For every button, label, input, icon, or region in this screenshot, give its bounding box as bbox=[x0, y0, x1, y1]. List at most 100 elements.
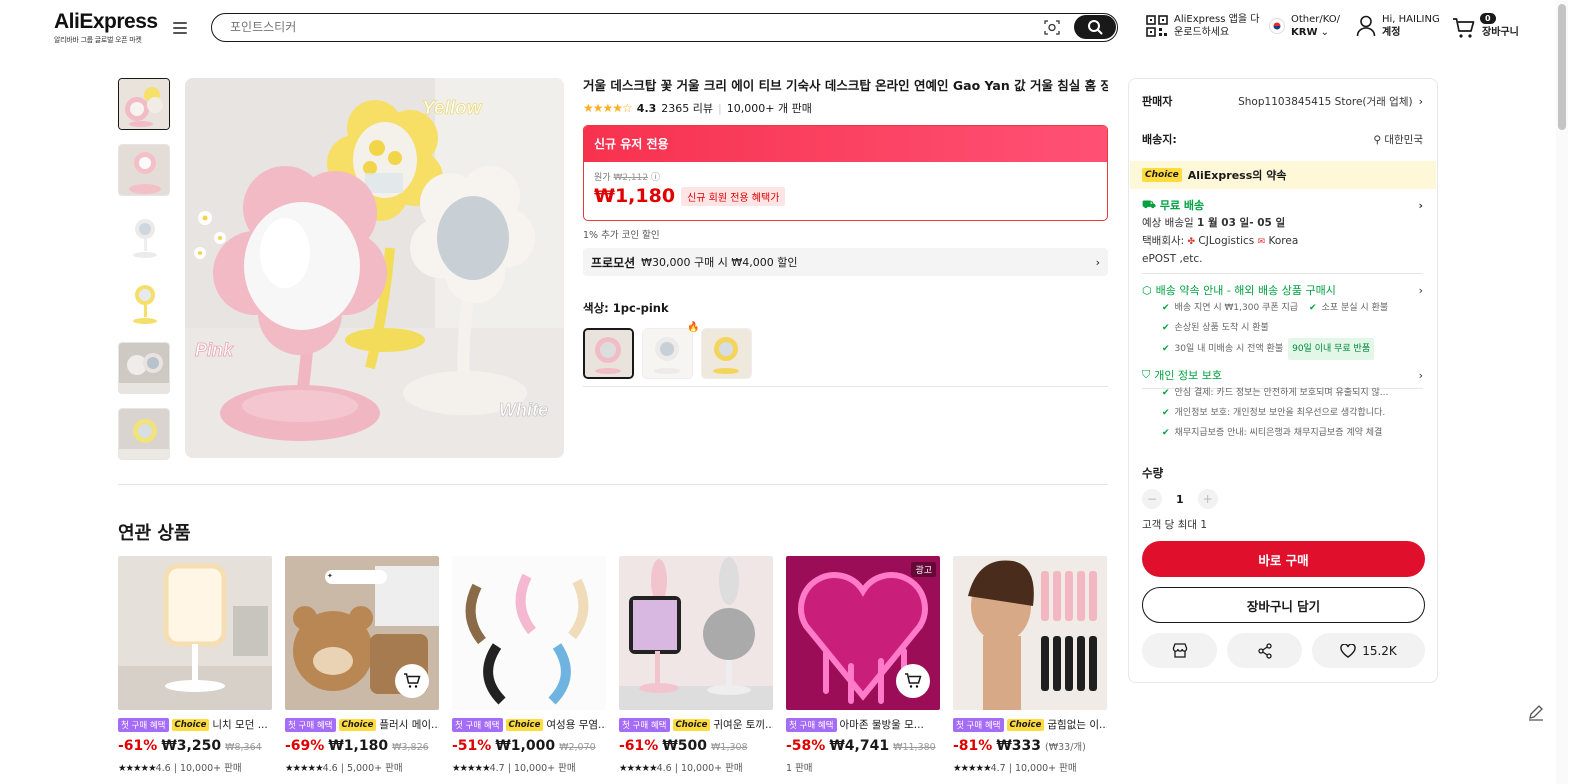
card-rating-sales: 1 판매 bbox=[786, 763, 813, 774]
add-to-cart-button[interactable]: 장바구니 담기 bbox=[1142, 587, 1425, 623]
product-card[interactable]: 첫 구매 혜택 Choice 귀여운 토끼... -61% ₩500 ₩1,308 ★★… bbox=[619, 556, 773, 774]
discount-percent: -51% bbox=[452, 738, 492, 754]
decrease-button[interactable]: − bbox=[1142, 489, 1162, 509]
search-button[interactable] bbox=[1074, 15, 1116, 39]
eta-prefix: 예상 배송일 bbox=[1142, 217, 1194, 229]
promise-item: 30일 내 미배송 시 전액 환불 bbox=[1174, 344, 1284, 354]
logo-subtitle: 알리바바 그룹 글로벌 오픈 마켓 bbox=[54, 36, 142, 44]
product-card[interactable]: 첫 구매 혜택 Choice 굽힘없는 이... -81% ₩333 (₩33/개) ★… bbox=[953, 556, 1107, 774]
hamburger-menu-icon[interactable] bbox=[173, 22, 187, 34]
product-card-image[interactable]: ✦ bbox=[285, 556, 439, 710]
product-card-image[interactable] bbox=[118, 556, 272, 710]
first-purchase-tag: 첫 구매 혜택 bbox=[285, 717, 336, 732]
privacy-section[interactable]: ⛉ 개인 정보 보호 › ✔ 안심 결제: 카드 정보는 안전하게 보호되며 유출… bbox=[1142, 367, 1423, 443]
account-label: 계정 bbox=[1382, 27, 1401, 38]
product-card-image[interactable] bbox=[619, 556, 773, 710]
product-card[interactable]: 첫 구매 혜택 Choice 여성용 무염... -51% ₩1,000 ₩2,070 … bbox=[452, 556, 606, 774]
privacy-head: 개인 정보 보호 bbox=[1154, 369, 1222, 382]
quantity-value[interactable]: 1 bbox=[1176, 493, 1184, 506]
rating-score: 4.3 bbox=[636, 101, 657, 115]
action-icons: 15.2K bbox=[1142, 633, 1425, 668]
increase-button[interactable]: + bbox=[1197, 489, 1218, 509]
thumbnail-image[interactable] bbox=[118, 276, 170, 328]
divider bbox=[1142, 273, 1423, 274]
promise-item: 손상된 상품 도착 시 환불 bbox=[1174, 323, 1269, 333]
thumbnail-image[interactable] bbox=[118, 144, 170, 196]
ship-to-row[interactable]: 배송지: ⚲ 대한민국 bbox=[1142, 131, 1423, 147]
feedback-edit-icon[interactable] bbox=[1526, 702, 1546, 722]
wishlist-button[interactable]: 15.2K bbox=[1312, 633, 1425, 668]
first-purchase-tag: 첫 구매 혜택 bbox=[953, 717, 1004, 732]
discount-percent: -58% bbox=[786, 738, 826, 754]
account-menu[interactable]: Hi, HAILING 계정 bbox=[1356, 13, 1440, 39]
choice-tag: Choice bbox=[338, 718, 377, 731]
product-card-name[interactable]: 니치 모던 ... bbox=[212, 717, 267, 732]
main-product-image[interactable]: Yellow Pink White bbox=[185, 78, 564, 458]
thumbnail-list bbox=[118, 78, 172, 474]
product-card-image[interactable] bbox=[953, 556, 1107, 710]
card-stars: ★★★★★ bbox=[619, 763, 658, 774]
locale-selector[interactable]: Other/KO/ KRW ⌄ bbox=[1269, 13, 1340, 39]
aliexpress-logo[interactable]: AliExpress 알리바바 그룹 글로벌 오픈 마켓 bbox=[54, 10, 158, 45]
shipping-section[interactable]: ⛟ 무료 배송 › 예상 배송일 1 월 03 일- 05 일 택배회사: ✤ … bbox=[1142, 197, 1423, 268]
variant-yellow[interactable] bbox=[701, 328, 752, 379]
check-icon: ✔ bbox=[1162, 303, 1170, 313]
product-card-name[interactable]: 아마존 물방울 모... bbox=[840, 717, 924, 732]
store-button[interactable] bbox=[1142, 633, 1217, 668]
info-icon[interactable]: ⓘ bbox=[651, 173, 660, 183]
choice-badge: Choice bbox=[1142, 168, 1182, 182]
card-unit-price: (₩33/개) bbox=[1045, 742, 1086, 753]
thumbnail-image[interactable] bbox=[118, 342, 170, 394]
privacy-item: 개인정보 보호: 개인정보 보안을 최우선으로 생각합니다. bbox=[1174, 408, 1386, 418]
add-to-cart-icon[interactable] bbox=[395, 664, 429, 698]
variant-white[interactable] bbox=[642, 328, 693, 379]
product-card-name[interactable]: 여성용 무염... bbox=[546, 717, 606, 732]
promise-item: 배송 지연 시 ₩1,300 쿠폰 지급 bbox=[1174, 303, 1299, 313]
discount-percent: -81% bbox=[953, 738, 993, 754]
seller-name[interactable]: Shop1103845415 Store(거래 업체) bbox=[1238, 94, 1412, 109]
buy-now-button[interactable]: 바로 구매 bbox=[1142, 541, 1425, 577]
carrier-cj: CJLogistics bbox=[1198, 235, 1255, 247]
product-card[interactable]: 광고 첫 구매 혜택 아마존 물방울 모... -58% ₩4,741 ₩11,380… bbox=[786, 556, 940, 774]
new-user-promo-box: 신규 유저 전용 원가 ₩2,112 ⓘ ₩1,180 신규 회원 전용 혜택가 bbox=[583, 125, 1108, 221]
share-button[interactable] bbox=[1227, 633, 1302, 668]
promotion-row[interactable]: 프로모션 ₩30,000 구매 시 ₩4,000 할인 › bbox=[583, 248, 1108, 276]
location-pin-icon: ⚲ bbox=[1373, 133, 1385, 146]
seller-row[interactable]: 판매자 Shop1103845415 Store(거래 업체) › bbox=[1142, 93, 1423, 109]
thumbnail-image[interactable] bbox=[118, 408, 170, 460]
image-search-icon[interactable] bbox=[1044, 20, 1060, 35]
card-rating-sales: 4.7 | 10,000+ 판매 bbox=[990, 763, 1077, 774]
thumbnail-image[interactable] bbox=[118, 78, 170, 130]
delivery-promise-section[interactable]: ⬡ 배송 약속 안내 - 해외 배송 상품 구매시 › ✔ 배송 지연 시 ₩1,… bbox=[1142, 282, 1423, 360]
free-shipping-label: 무료 배송 bbox=[1159, 199, 1205, 212]
product-card[interactable]: ✦ 첫 구매 혜택 Choice 플러시 메이... -69% ₩1,180 ₩3,82… bbox=[285, 556, 439, 774]
product-card-name[interactable]: 플러시 메이... bbox=[379, 717, 439, 732]
product-card-name[interactable]: 굽힘없는 이... bbox=[1047, 717, 1107, 732]
review-count[interactable]: 2365 리뷰 bbox=[661, 100, 713, 116]
thumbnail-image[interactable] bbox=[118, 210, 170, 262]
rating-summary[interactable]: ★★★★☆ 4.3 2365 리뷰 | 10,000+ 개 판매 bbox=[583, 100, 1108, 116]
product-card[interactable]: 첫 구매 혜택 Choice 니치 모던 ... -61% ₩3,250 ₩8,364 … bbox=[118, 556, 272, 774]
ad-badge: 광고 bbox=[911, 562, 936, 577]
ship-to-value: ⚲ 대한민국 bbox=[1373, 132, 1423, 147]
add-to-cart-icon[interactable] bbox=[896, 664, 930, 698]
variant-pink[interactable] bbox=[583, 328, 634, 379]
scrollbar-thumb[interactable] bbox=[1558, 4, 1566, 130]
page-scrollbar[interactable] bbox=[1556, 0, 1568, 784]
chevron-right-icon: › bbox=[1418, 283, 1423, 297]
product-card-image[interactable]: 광고 bbox=[786, 556, 940, 710]
card-price: ₩333 bbox=[996, 738, 1041, 754]
card-orig-price: ₩1,308 bbox=[711, 742, 748, 753]
product-card-name[interactable]: 귀여운 토끼... bbox=[713, 717, 773, 732]
chevron-right-icon: › bbox=[1418, 198, 1423, 212]
svg-text:Pink: Pink bbox=[195, 340, 234, 360]
sold-count: 10,000+ 개 판매 bbox=[726, 102, 812, 115]
store-icon bbox=[1172, 643, 1187, 658]
account-greeting: Hi, HAILING bbox=[1382, 14, 1440, 25]
logo-text[interactable]: AliExpress bbox=[54, 10, 158, 34]
ship-to-label: 배송지: bbox=[1142, 133, 1177, 146]
download-app-link[interactable]: AliExpress 앱을 다 운로드하세요 bbox=[1146, 13, 1259, 39]
product-card-image[interactable] bbox=[452, 556, 606, 710]
card-price: ₩3,250 bbox=[161, 738, 222, 754]
search-input[interactable] bbox=[230, 14, 1030, 40]
